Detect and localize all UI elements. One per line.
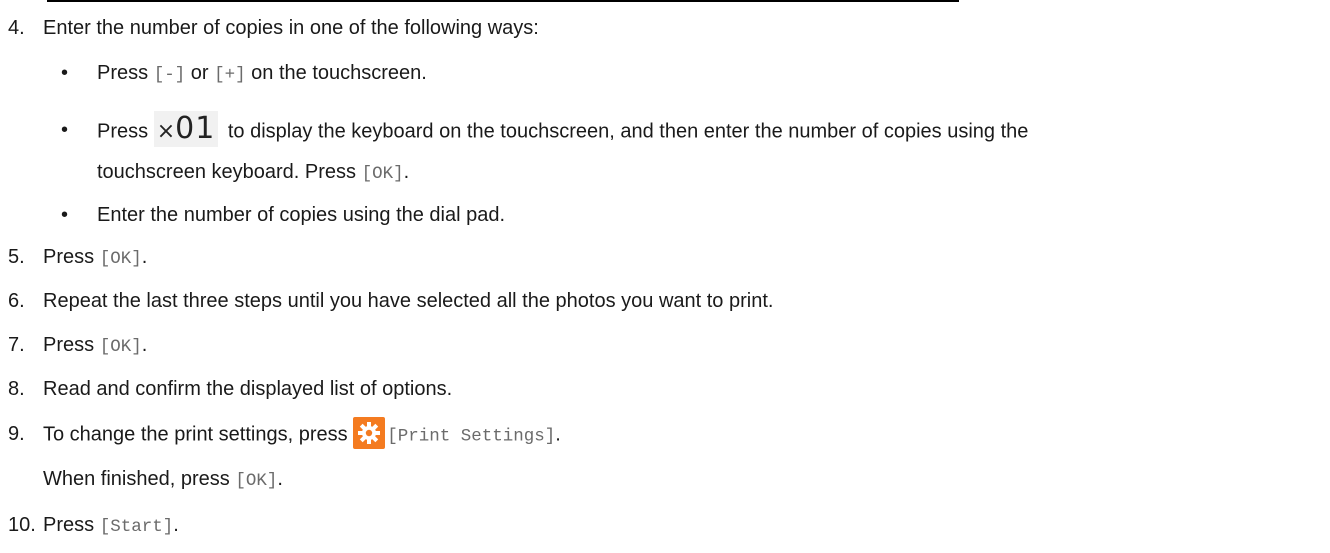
- step-7-post: .: [141, 334, 148, 356]
- step-10-post: .: [173, 514, 179, 536]
- step-5-text: Press [OK].: [43, 244, 147, 272]
- step-9-line-2-pre: When finished, press: [43, 468, 236, 490]
- bullet-1-pre: Press: [97, 62, 154, 84]
- step-9-line-2: When finished, press [OK].: [43, 466, 283, 494]
- step-7-number: 7.: [8, 334, 25, 356]
- bullet-2-pre: Press: [97, 120, 154, 143]
- step-9-post: .: [555, 423, 561, 446]
- step-5-post: .: [141, 246, 148, 268]
- bullet-3-marker: •: [61, 204, 69, 226]
- bullet-2-line-2-post: .: [403, 161, 410, 183]
- minus-button-ref: [-]: [153, 65, 186, 85]
- step-9-line-2-post: .: [277, 468, 283, 490]
- gear-icon: [353, 417, 386, 449]
- step-5-pre: Press: [43, 246, 100, 268]
- copy-count-times: ×: [156, 119, 176, 144]
- step-10-number: 10.: [8, 514, 36, 536]
- step-7-pre: Press: [43, 334, 100, 356]
- ok-button-ref: [OK]: [361, 164, 404, 184]
- step-8-number: 8.: [8, 378, 25, 400]
- top-rule: [47, 0, 959, 2]
- step-6-text: Repeat the last three steps until you ha…: [43, 290, 774, 312]
- bullet-2-marker: •: [61, 119, 69, 141]
- step-9-pre: To change the print settings, press: [43, 423, 354, 446]
- plus-button-ref: [+]: [214, 65, 246, 85]
- copy-count-number: 01: [175, 111, 216, 146]
- copy-count-badge: ×01: [153, 111, 219, 147]
- bullet-1-text: Press [-] or [+] on the touchscreen.: [97, 60, 427, 88]
- step-7-text: Press [OK].: [43, 332, 147, 360]
- ok-button-ref: [OK]: [99, 337, 142, 357]
- step-5-number: 5.: [8, 246, 25, 268]
- step-10-text: Press [Start].: [43, 512, 179, 540]
- step-8-text: Read and confirm the displayed list of o…: [43, 378, 453, 400]
- print-settings-ref: [Print Settings]: [387, 426, 556, 447]
- start-button-ref: [Start]: [99, 517, 174, 537]
- bullet-2-post: to display the keyboard on the touchscre…: [222, 120, 1029, 143]
- bullet-1-marker: •: [61, 62, 69, 84]
- bullet-2-line-1: Press ×01 to display the keyboard on the…: [97, 111, 1029, 147]
- bullet-3-text: Enter the number of copies using the dia…: [97, 204, 506, 226]
- ok-button-ref: [OK]: [235, 471, 278, 491]
- bullet-1-mid: or: [185, 62, 215, 84]
- bullet-2-line-2: touchscreen keyboard. Press [OK].: [97, 159, 409, 187]
- step-4-number: 4.: [8, 17, 25, 39]
- bullet-2-line-2-pre: touchscreen keyboard. Press: [97, 161, 362, 183]
- step-9-line-1: To change the print settings, press [Pri…: [43, 417, 561, 449]
- step-6-number: 6.: [8, 290, 25, 312]
- step-9-number: 9.: [8, 423, 25, 445]
- step-10-pre: Press: [43, 514, 100, 536]
- step-4-text: Enter the number of copies in one of the…: [43, 17, 539, 39]
- bullet-1-post: on the touchscreen.: [245, 62, 427, 84]
- ok-button-ref: [OK]: [99, 249, 142, 269]
